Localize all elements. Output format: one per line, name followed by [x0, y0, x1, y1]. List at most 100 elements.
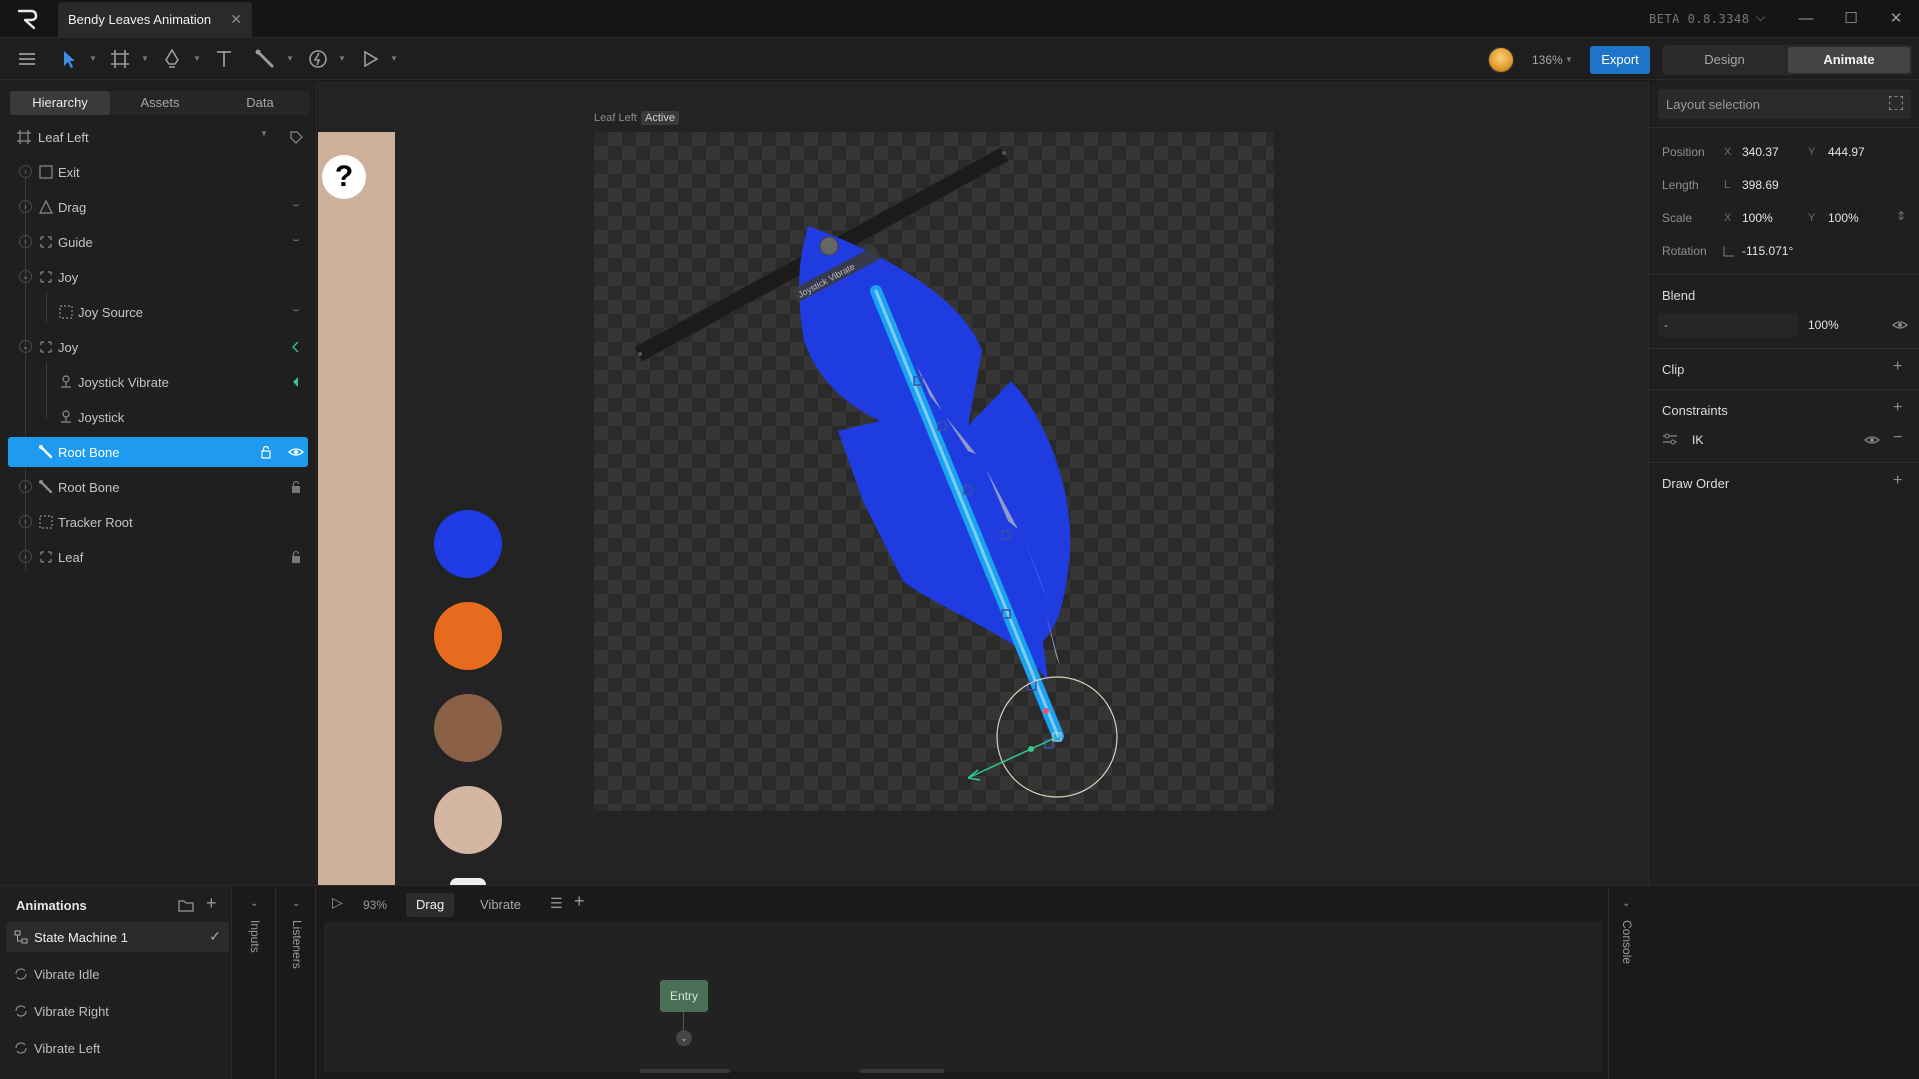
zoom-level[interactable]: 136%: [1532, 53, 1563, 67]
playback-zoom[interactable]: 93%: [363, 898, 387, 912]
rive-logo-icon[interactable]: [16, 8, 40, 30]
text-tool-icon[interactable]: [212, 47, 236, 71]
tab-data[interactable]: Data: [210, 91, 310, 115]
collapse-listeners-icon[interactable]: ⌄: [292, 898, 300, 909]
remove-constraint-icon[interactable]: −: [1893, 429, 1902, 447]
length-input[interactable]: 398.69: [1742, 178, 1779, 192]
add-layer-icon[interactable]: +: [574, 891, 585, 912]
tree-item-drag[interactable]: › Drag ⌣: [8, 192, 308, 222]
tree-item-joy-2[interactable]: ⌄ Joy: [8, 332, 308, 362]
keyframe-icon[interactable]: [288, 374, 304, 390]
chevron-down-icon[interactable]: ▼: [1565, 55, 1573, 64]
animation-item-vibrate-left[interactable]: Vibrate Left: [6, 1033, 229, 1063]
tree-item-leaf[interactable]: › Leaf: [8, 542, 308, 572]
eye-icon[interactable]: [288, 444, 304, 460]
artboard-tool-icon[interactable]: [108, 47, 132, 71]
tag-icon[interactable]: [288, 129, 304, 145]
expand-icon[interactable]: ›: [19, 165, 32, 178]
animation-item-vibrate-idle[interactable]: Vibrate Idle: [6, 959, 229, 989]
blend-mode-select[interactable]: [1658, 313, 1798, 337]
scale-y-input[interactable]: 100%: [1828, 211, 1859, 225]
tree-item-guide[interactable]: › Guide ⌣: [8, 227, 308, 257]
close-window-icon[interactable]: ✕: [1884, 8, 1908, 30]
tree-item-exit[interactable]: › Exit: [8, 157, 308, 187]
position-x-input[interactable]: 340.37: [1742, 145, 1779, 159]
folder-icon[interactable]: [178, 898, 194, 912]
expand-icon[interactable]: ›: [19, 200, 32, 213]
play-tool-icon[interactable]: [358, 47, 382, 71]
animation-item-state-machine-1[interactable]: State Machine 1 ✓: [6, 922, 229, 952]
select-tool-icon[interactable]: [57, 47, 81, 71]
export-button[interactable]: Export: [1590, 46, 1650, 74]
tree-item-joy[interactable]: ⌄ Joy: [8, 262, 308, 292]
expand-icon[interactable]: ›: [19, 550, 32, 563]
inputs-label[interactable]: Inputs: [248, 920, 262, 953]
keyframe-icon[interactable]: [288, 339, 304, 355]
menu-icon[interactable]: [15, 47, 39, 71]
position-y-input[interactable]: 444.97: [1828, 145, 1865, 159]
tree-item-joystick[interactable]: Joystick: [8, 402, 308, 432]
scale-x-input[interactable]: 100%: [1742, 211, 1773, 225]
animate-mode-button[interactable]: Animate: [1788, 47, 1910, 73]
collapse-icon[interactable]: ⌄: [19, 270, 32, 283]
chevron-down-icon[interactable]: ▼: [286, 54, 294, 63]
add-draw-order-icon[interactable]: +: [1893, 472, 1902, 490]
tab-hierarchy[interactable]: Hierarchy: [10, 91, 110, 115]
layers-list-icon[interactable]: ☰: [550, 895, 563, 912]
eye-closed-icon[interactable]: ⌣: [288, 199, 304, 215]
minimize-icon[interactable]: —: [1794, 8, 1818, 30]
tree-item-root-bone-selected[interactable]: Root Bone: [8, 437, 308, 467]
tab-assets[interactable]: Assets: [110, 91, 210, 115]
chevron-down-icon[interactable]: ▼: [390, 54, 398, 63]
collapse-inputs-icon[interactable]: ⌄: [250, 898, 258, 909]
inputs-column[interactable]: [236, 886, 276, 1079]
collapse-icon[interactable]: ⌄: [19, 340, 32, 353]
design-mode-button[interactable]: Design: [1662, 45, 1787, 75]
maximize-icon[interactable]: ☐: [1839, 8, 1863, 30]
fullscreen-icon[interactable]: [1889, 96, 1903, 110]
opacity-input[interactable]: 100%: [1808, 318, 1839, 332]
eye-icon[interactable]: [1864, 433, 1880, 447]
user-avatar[interactable]: [1488, 47, 1514, 73]
chevron-down-icon[interactable]: ▼: [193, 54, 201, 63]
eye-closed-icon[interactable]: ⌣: [288, 304, 304, 320]
add-constraint-icon[interactable]: +: [1893, 399, 1902, 417]
transition-chevron-icon[interactable]: ⌄: [676, 1030, 692, 1046]
eye-closed-icon[interactable]: ⌣: [288, 234, 304, 250]
lock-icon[interactable]: [288, 549, 304, 565]
bone-tool-icon[interactable]: [253, 47, 277, 71]
constraint-ik[interactable]: IK: [1692, 433, 1703, 447]
rotation-input[interactable]: -115.071°: [1742, 244, 1793, 258]
document-tab[interactable]: Bendy Leaves Animation ✕: [58, 2, 252, 38]
layout-selection-field[interactable]: Layout selection: [1658, 89, 1911, 119]
add-clip-icon[interactable]: +: [1893, 358, 1902, 376]
lock-icon[interactable]: [288, 479, 304, 495]
expand-icon[interactable]: ›: [19, 515, 32, 528]
play-icon[interactable]: ▷: [332, 894, 343, 911]
add-animation-icon[interactable]: +: [206, 893, 217, 914]
link-scale-icon[interactable]: ⇕: [1896, 209, 1906, 223]
chevron-down-icon[interactable]: ▼: [338, 54, 346, 63]
state-machine-graph[interactable]: [324, 922, 1602, 1072]
expand-icon[interactable]: ›: [19, 480, 32, 493]
entry-state-node[interactable]: Entry: [660, 980, 708, 1012]
animation-item-vibrate-right[interactable]: Vibrate Right: [6, 996, 229, 1026]
tree-item-tracker-root[interactable]: › Tracker Root: [8, 507, 308, 537]
tree-item-joy-source[interactable]: Joy Source ⌣: [8, 297, 308, 327]
leaf-shape[interactable]: [799, 226, 1071, 681]
chevron-down-icon[interactable]: ⌵: [1756, 10, 1765, 25]
chevron-down-icon[interactable]: ▼: [256, 129, 272, 145]
close-tab-icon[interactable]: ✕: [230, 11, 242, 28]
horizontal-scrollbar[interactable]: [860, 1069, 944, 1073]
listeners-label[interactable]: Listeners: [290, 920, 304, 969]
expand-icon[interactable]: ›: [19, 235, 32, 248]
layer-tab-drag[interactable]: Drag: [406, 893, 455, 917]
lock-icon[interactable]: [258, 444, 274, 460]
layer-tab-vibrate[interactable]: Vibrate: [470, 893, 531, 917]
collapse-console-icon[interactable]: ⌄: [1622, 898, 1630, 909]
tree-item-leaf-left[interactable]: Leaf Left ▼: [8, 122, 308, 152]
tree-item-root-bone[interactable]: › Root Bone: [8, 472, 308, 502]
chevron-down-icon[interactable]: ▼: [141, 54, 149, 63]
eye-icon[interactable]: [1892, 318, 1908, 332]
procedural-tool-icon[interactable]: [306, 47, 330, 71]
